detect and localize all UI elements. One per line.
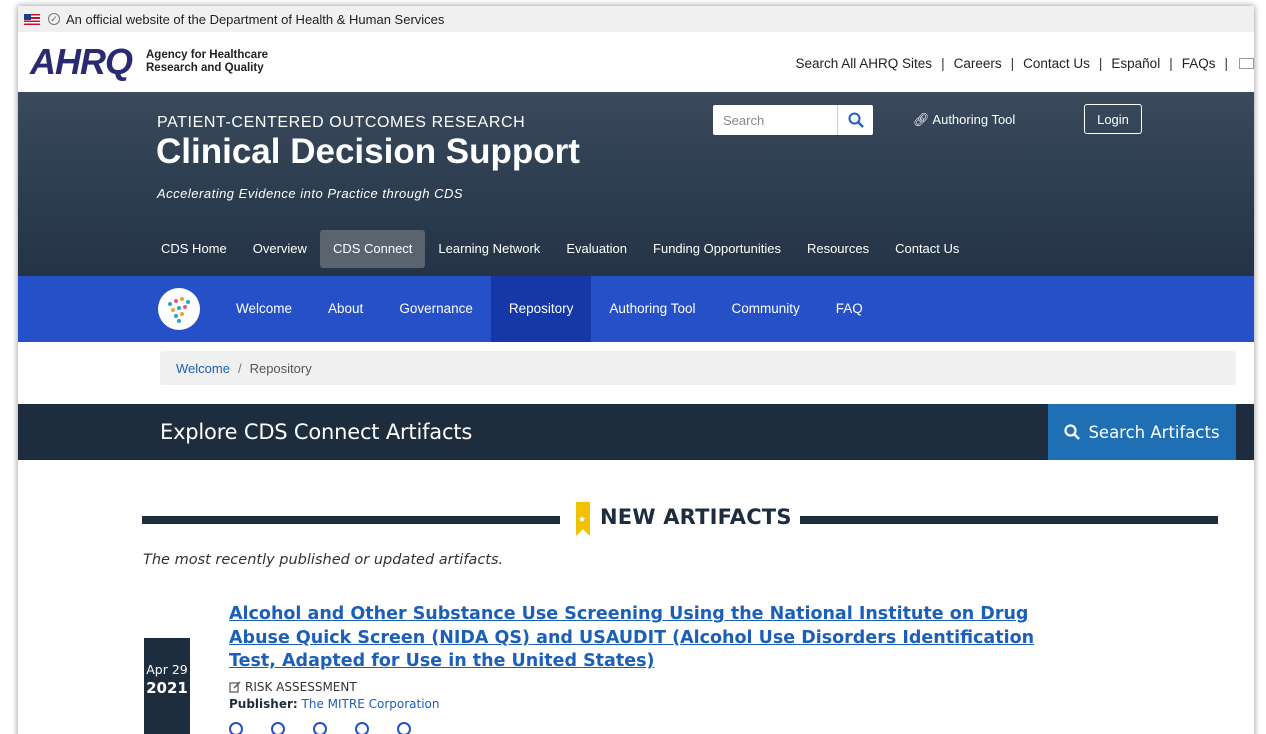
search-icon <box>1064 424 1081 440</box>
agency-name-line2: Research and Quality <box>146 62 264 74</box>
divider: | <box>1010 56 1015 71</box>
breadcrumb-separator: / <box>237 360 242 376</box>
tag-item[interactable] <box>397 722 417 734</box>
site-search <box>713 105 873 135</box>
artifact-date-month-day: Apr 29 <box>146 662 188 677</box>
edit-icon <box>229 681 241 693</box>
divider: | <box>1224 56 1228 71</box>
espanol-link[interactable]: Español <box>1111 56 1160 71</box>
explore-title: Explore CDS Connect Artifacts <box>160 420 473 444</box>
new-artifacts-title: NEW ARTIFACTS <box>600 505 792 529</box>
tag-circle-icon <box>313 722 327 734</box>
search-artifacts-button[interactable]: Search Artifacts <box>1048 404 1236 460</box>
search-input[interactable] <box>713 105 837 135</box>
cds-connect-logo-icon[interactable] <box>158 288 200 330</box>
agency-name: Agency for Healthcare Research and Quali… <box>146 49 268 75</box>
breadcrumb-current: Repository <box>249 360 312 376</box>
official-banner: ✓ An official website of the Department … <box>18 6 1254 32</box>
breadcrumb-area: Welcome / Repository <box>18 342 1254 404</box>
explore-bar: Explore CDS Connect Artifacts Search Art… <box>18 404 1254 460</box>
site-title[interactable]: Clinical Decision Support <box>156 132 580 172</box>
careers-link[interactable]: Careers <box>954 56 1002 71</box>
artifact-date-year: 2021 <box>146 679 188 697</box>
tag-item[interactable] <box>355 722 375 734</box>
cds-connect-nav-items: Welcome About Governance Repository Auth… <box>218 276 881 342</box>
agency-header: AHRQ Agency for Healthcare Research and … <box>18 32 1254 92</box>
artifact-title-link[interactable]: Alcohol and Other Substance Use Screenin… <box>229 603 1049 674</box>
authoring-tool-link[interactable]: 🔗︎ Authoring Tool <box>913 112 1015 128</box>
site-tagline: Accelerating Evidence into Practice thro… <box>157 186 464 201</box>
nav-overview[interactable]: Overview <box>240 230 320 268</box>
subnav-community[interactable]: Community <box>713 276 817 342</box>
nav-cds-connect[interactable]: CDS Connect <box>319 230 426 268</box>
divider: | <box>1169 56 1173 71</box>
artifact-date-badge: Apr 29 2021 <box>144 638 190 734</box>
tag-item[interactable] <box>229 722 249 734</box>
nav-learning-network[interactable]: Learning Network <box>425 230 553 268</box>
subnav-governance[interactable]: Governance <box>381 276 491 342</box>
ahrq-logo-mark: AHRQ <box>30 41 133 82</box>
info-icon: ✓ <box>48 13 60 25</box>
subnav-authoring-tool[interactable]: Authoring Tool <box>591 276 713 342</box>
hero-banner: PATIENT-CENTERED OUTCOMES RESEARCH Clini… <box>18 92 1254 276</box>
contact-us-link[interactable]: Contact Us <box>1023 56 1090 71</box>
subnav-repository[interactable]: Repository <box>490 276 592 342</box>
publisher-label: Publisher: <box>229 697 298 711</box>
subnav-about[interactable]: About <box>310 276 381 342</box>
nav-evaluation[interactable]: Evaluation <box>553 230 640 268</box>
hero-kicker: PATIENT-CENTERED OUTCOMES RESEARCH <box>157 114 526 131</box>
link-icon: 🔗︎ <box>913 112 930 127</box>
tag-circle-icon <box>397 722 411 734</box>
breadcrumb: Welcome / Repository <box>160 351 1236 385</box>
authoring-tool-label: Authoring Tool <box>932 112 1016 127</box>
faqs-link[interactable]: FAQs <box>1182 56 1216 71</box>
new-artifacts-description: The most recently published or updated a… <box>143 552 504 568</box>
nav-contact-us[interactable]: Contact Us <box>882 230 972 268</box>
divider: | <box>941 56 945 71</box>
subnav-welcome[interactable]: Welcome <box>218 276 310 342</box>
search-button[interactable] <box>837 105 873 135</box>
utility-links: Search All AHRQ Sites | Careers | Contac… <box>796 56 1254 71</box>
cds-connect-nav: Welcome About Governance Repository Auth… <box>18 276 1254 342</box>
ahrq-logo[interactable]: AHRQ Agency for Healthcare Research and … <box>30 41 268 83</box>
breadcrumb-welcome[interactable]: Welcome <box>176 361 230 376</box>
login-button[interactable]: Login <box>1084 104 1142 134</box>
nav-resources[interactable]: Resources <box>794 230 882 268</box>
search-all-ahrq-link[interactable]: Search All AHRQ Sites <box>796 56 933 71</box>
tag-circle-icon <box>355 722 369 734</box>
artifact-publisher: Publisher: The MITRE Corporation <box>229 697 440 711</box>
nav-funding-opportunities[interactable]: Funding Opportunities <box>640 230 794 268</box>
email-icon[interactable] <box>1239 58 1254 69</box>
tag-item[interactable] <box>271 722 291 734</box>
agency-name-line1: Agency for Healthcare <box>146 49 269 61</box>
search-artifacts-label: Search Artifacts <box>1088 422 1220 442</box>
tag-item[interactable] <box>313 722 333 734</box>
new-artifacts-heading: ★ NEW ARTIFACTS <box>142 502 1218 542</box>
divider <box>800 516 1218 524</box>
subnav-faq[interactable]: FAQ <box>818 276 881 342</box>
us-flag-icon <box>24 13 40 25</box>
divider <box>142 516 560 524</box>
main-nav: CDS Home Overview CDS Connect Learning N… <box>148 230 972 268</box>
artifact-type: RISK ASSESSMENT <box>229 680 357 694</box>
artifact-type-label: RISK ASSESSMENT <box>245 680 357 694</box>
artifact-tags <box>229 722 439 734</box>
official-banner-text: An official website of the Department of… <box>66 11 445 27</box>
ribbon-star-icon: ★ <box>576 502 590 536</box>
divider: | <box>1098 56 1103 71</box>
tag-circle-icon <box>229 722 243 734</box>
tag-circle-icon <box>271 722 285 734</box>
search-icon <box>848 112 864 128</box>
nav-cds-home[interactable]: CDS Home <box>148 230 240 268</box>
publisher-link[interactable]: The MITRE Corporation <box>302 697 440 711</box>
